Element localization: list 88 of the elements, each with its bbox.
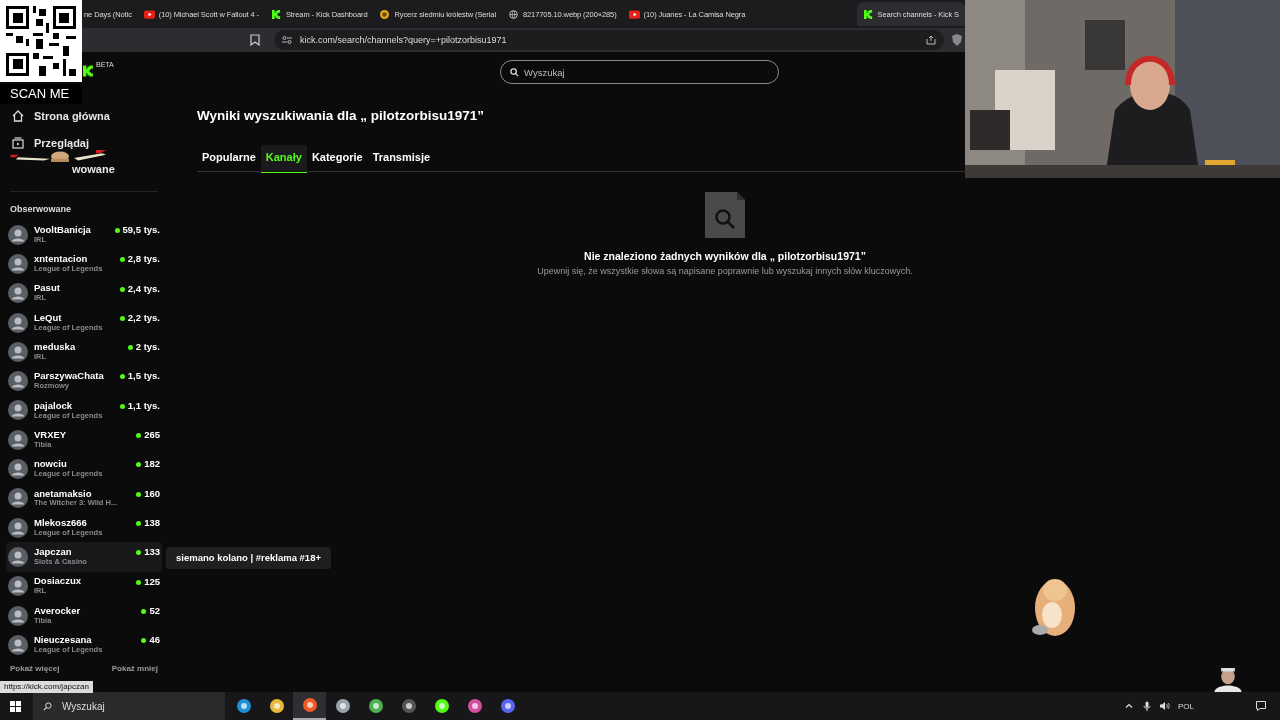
browse-icon: [12, 136, 24, 149]
avatar-icon: [8, 400, 28, 421]
viewer-count: 2 tys.: [135, 341, 160, 353]
results-tab[interactable]: Transmisje: [367, 145, 436, 171]
search-field[interactable]: Wyszukaj: [500, 60, 779, 84]
nav-item[interactable]: Strona główna: [10, 102, 158, 129]
live-dot-icon: [119, 374, 125, 380]
avatar-icon: [8, 546, 28, 567]
shield-icon[interactable]: [952, 34, 962, 46]
live-dot-icon: [119, 315, 125, 321]
viewer-count: 160: [144, 487, 160, 499]
video-icon: [143, 9, 155, 19]
address-bar[interactable]: kick.com/search/channels?query=+pilotzorbisu1971: [274, 30, 944, 50]
url-text: kick.com/search/channels?query=+pilotzorbisu1971: [300, 35, 507, 45]
live-dot-icon: [136, 579, 142, 585]
show-less-link[interactable]: Pokaż mniej: [111, 664, 158, 674]
live-dot-icon: [141, 638, 147, 644]
windows-start-icon[interactable]: [10, 700, 21, 712]
microphone-icon[interactable]: [1142, 701, 1152, 711]
avatar-icon: [8, 371, 28, 392]
results-tab[interactable]: Kategorie: [306, 145, 368, 171]
empty-state-hint: Upewnij się, że wszystkie słowa są napisane poprawnie lub wyszukaj innych słów kluczowych.: [537, 266, 913, 276]
speaker-icon[interactable]: [1160, 701, 1170, 711]
site-settings-icon[interactable]: [282, 35, 292, 45]
page-title: Wyniki wyszukiwania dla „ pilotzorbisu1971”: [197, 108, 486, 123]
live-dot-icon: [119, 286, 125, 292]
live-dot-icon: [141, 608, 147, 614]
search-icon: [510, 67, 519, 77]
avatar-icon: [8, 517, 28, 538]
live-dot-icon: [136, 550, 142, 556]
show-more-link[interactable]: Pokaż więcej: [10, 664, 60, 674]
live-dot-icon: [136, 520, 142, 526]
viewer-count: 138: [144, 516, 160, 528]
live-dot-icon: [136, 491, 142, 497]
chevron-up-icon[interactable]: [1124, 701, 1134, 711]
avatar-icon: [8, 576, 28, 597]
video-icon: [628, 9, 640, 19]
kick-icon: [862, 9, 874, 19]
status-url: https://kick.com/japczan: [0, 681, 93, 693]
kick-icon: [270, 9, 282, 19]
stream-title-tooltip: siemano kolano | #reklama #18+: [166, 547, 331, 569]
results-tab[interactable]: Kanały: [260, 145, 307, 173]
language-indicator[interactable]: POL: [1178, 701, 1194, 711]
viewer-count: 265: [144, 429, 160, 441]
viewer-count: 52: [149, 604, 160, 616]
viewer-count: 2,4 tys.: [127, 282, 160, 294]
avatar-icon: [8, 224, 28, 245]
viewer-count: 1,1 tys.: [127, 399, 160, 411]
live-dot-icon: [119, 257, 125, 263]
viewer-count: 125: [144, 575, 160, 587]
viewer-count: 1,5 tys.: [127, 370, 160, 382]
empty-state-title: Nie znaleziono żadnych wyników dla „ pilotzorbisu1971”: [584, 250, 866, 262]
avatar-icon: [8, 312, 28, 333]
nav-item[interactable]: wowane: [72, 162, 115, 176]
globe-icon: [507, 9, 519, 19]
viewer-count: 182: [144, 458, 160, 470]
document-search-icon: [705, 192, 745, 238]
live-dot-icon: [114, 228, 120, 233]
kick-logo-icon[interactable]: [83, 64, 94, 78]
home-icon: [12, 109, 24, 122]
avatar-icon: [8, 341, 28, 362]
avatar-icon: [8, 429, 28, 450]
coin-icon: [379, 9, 391, 19]
notification-icon[interactable]: [1256, 701, 1266, 711]
taskbar-app-icon[interactable]: [293, 692, 326, 720]
avatar-icon: [8, 605, 28, 626]
avatar-icon: [8, 283, 28, 304]
viewer-count: 133: [144, 546, 160, 558]
search-icon: [43, 701, 52, 711]
avatar-icon: [8, 459, 28, 479]
viewer-count: 46: [149, 634, 160, 646]
viewer-count: 2,2 tys.: [127, 311, 160, 323]
results-tab[interactable]: Popularne: [197, 145, 261, 171]
live-dot-icon: [127, 345, 133, 351]
avatar-icon: [8, 634, 28, 655]
avatar-icon: [8, 488, 28, 509]
viewer-count: 2,8 tys.: [127, 253, 160, 265]
avatar-icon: [8, 253, 28, 274]
share-icon[interactable]: [926, 35, 936, 45]
scan-label: SCAN ME: [0, 84, 82, 104]
live-dot-icon: [136, 433, 142, 439]
viewer-count: 59,5 tys.: [122, 224, 160, 235]
live-dot-icon: [136, 462, 142, 468]
bookmark-icon[interactable]: [250, 34, 260, 46]
nav-item[interactable]: Przeglądaj: [10, 129, 158, 156]
taskbar-search-field[interactable]: Wyszukaj: [33, 692, 225, 720]
live-dot-icon: [119, 403, 125, 409]
section-title: Obserwowane: [10, 204, 73, 214]
